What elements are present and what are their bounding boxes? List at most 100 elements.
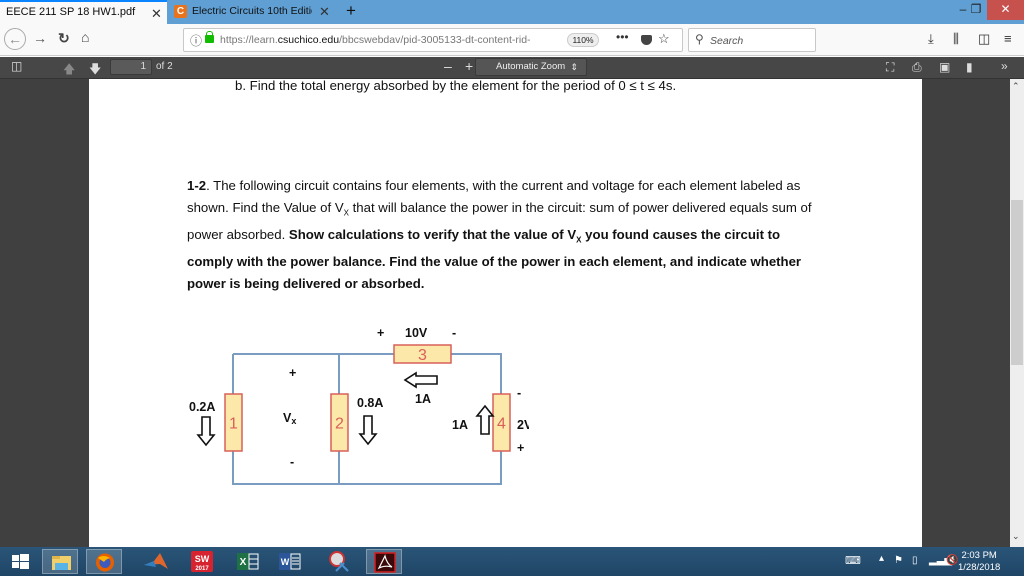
new-tab-button[interactable]: + (346, 1, 356, 21)
clock-date: 1/28/2018 (958, 562, 1001, 573)
tab-electric-circuits[interactable]: C Electric Circuits 10th Edition Te ✕ (168, 0, 336, 24)
tools-menu-icon[interactable]: » (1001, 59, 1008, 73)
system-clock[interactable]: 2:03 PM 1/28/2018 (958, 550, 1000, 574)
element-4: 4 (492, 393, 511, 452)
close-window-button[interactable]: ✕ (987, 0, 1024, 20)
back-button[interactable]: ← (4, 28, 26, 50)
pocket-icon[interactable] (641, 35, 652, 45)
forward-button[interactable]: → (33, 30, 47, 46)
touch-keyboard-icon[interactable]: ⌨ (845, 554, 861, 567)
scroll-down-icon[interactable]: ⌄ (1012, 531, 1020, 542)
svg-text:X: X (240, 557, 247, 568)
print-icon[interactable]: ⎙ (912, 60, 922, 75)
navigation-bar: ← → ↻ ⌂ ⓘ https://learn.csuchico.edu/bbc… (0, 24, 1024, 56)
element-2-current-label: 0.8A (357, 396, 383, 410)
windows-taskbar: SW 2017 X W ⌨ ▴ ⚑ ▯ ▂▃▅ 🔇 2:03 PM 1/28/20… (0, 547, 1024, 576)
reload-button[interactable]: ↻ (58, 30, 70, 47)
lock-icon (205, 31, 214, 43)
element-4-current-label: 1A (452, 418, 468, 432)
element-3-plus-sign: + (377, 326, 384, 340)
menu-icon[interactable]: ≡ (1004, 31, 1012, 46)
snipping-tool-icon[interactable] (322, 549, 358, 574)
battery-icon[interactable]: ▯ (912, 555, 918, 566)
svg-text:SW: SW (195, 554, 210, 564)
url-text[interactable]: https://learn.csuchico.edu/bbcswebdav/pi… (220, 34, 550, 46)
element-3-current-label: 1A (415, 392, 431, 406)
bookmark-icon[interactable]: ▮ (966, 60, 973, 74)
element-2-number: 2 (335, 416, 344, 433)
matlab-icon[interactable] (138, 549, 174, 574)
select-arrows-icon: ⇕ (570, 62, 578, 72)
element-1-number: 1 (229, 416, 238, 433)
element-1-current-label: 0.2A (189, 400, 215, 414)
element-1: 1 (224, 393, 243, 452)
downloads-icon[interactable]: ⤓ (928, 31, 934, 47)
vx-subscript: x (291, 416, 296, 426)
element-4-plus-sign: + (517, 441, 524, 455)
element-3-minus-sign: - (452, 326, 456, 340)
firefox-icon[interactable] (86, 549, 122, 574)
page-number-input[interactable]: 1 (110, 59, 152, 75)
search-box[interactable]: ⚲ Search (688, 28, 816, 52)
solidworks-icon[interactable]: SW 2017 (184, 549, 220, 574)
excel-icon[interactable]: X (230, 549, 266, 574)
volume-muted-icon[interactable]: 🔇 (946, 555, 958, 566)
problem-paragraph: 1-2. The following circuit contains four… (187, 178, 812, 291)
tab-title: Electric Circuits 10th Edition Te (192, 5, 312, 17)
show-hidden-icons[interactable]: ▴ (879, 553, 884, 564)
element-4-current-arrow (475, 404, 495, 435)
element-1-current-arrow (196, 416, 216, 447)
vx-minus-sign: - (290, 455, 294, 469)
scroll-up-icon[interactable]: ⌃ (1012, 81, 1020, 92)
scroll-thumb[interactable] (1011, 200, 1023, 365)
tab-pdf[interactable]: EECE 211 SP 18 HW1.pdf ✕ (0, 0, 167, 25)
acrobat-icon[interactable] (366, 549, 402, 574)
library-icon[interactable]: ⫼ (953, 31, 959, 47)
sidebar-icon[interactable]: ◫ (978, 31, 990, 47)
element-3-voltage-label: 10V (405, 326, 428, 340)
page-actions-icon[interactable]: ••• (616, 30, 629, 44)
word-icon[interactable]: W (272, 549, 308, 574)
next-page-icon[interactable]: 🡇 (89, 60, 101, 81)
info-icon[interactable]: ⓘ (190, 32, 202, 49)
element-4-voltage-label: 2V (517, 418, 529, 432)
vx-voltage-label: Vx (283, 411, 296, 426)
save-icon[interactable]: ▣ (939, 60, 950, 74)
tab-title: EECE 211 SP 18 HW1.pdf (6, 6, 136, 18)
zoom-out-button[interactable]: – (444, 58, 452, 74)
bookmark-star-icon[interactable]: ☆ (658, 31, 670, 47)
chegg-favicon-icon: C (174, 5, 187, 18)
zoom-in-button[interactable]: + (465, 58, 473, 74)
element-4-minus-sign: - (517, 386, 521, 400)
element-3: 3 (393, 344, 452, 364)
url-bar[interactable]: ⓘ https://learn.csuchico.edu/bbcswebdav/… (183, 28, 683, 52)
tab-bar: EECE 211 SP 18 HW1.pdf ✕ C Electric Circ… (0, 0, 1024, 25)
presentation-mode-icon[interactable]: ⛶ (886, 60, 894, 75)
pdf-viewer: b. Find the total energy absorbed by the… (0, 79, 1010, 547)
zoom-level-badge[interactable]: 110% (567, 33, 599, 47)
close-tab-icon[interactable]: ✕ (319, 4, 330, 20)
toggle-sidebar-icon[interactable]: ◫ (11, 59, 22, 73)
close-tab-icon[interactable]: ✕ (151, 6, 162, 22)
clock-time: 2:03 PM (961, 550, 997, 561)
action-center-flag-icon[interactable]: ⚑ (894, 555, 903, 566)
restore-button[interactable]: ❐ (966, 0, 986, 20)
home-button[interactable]: ⌂ (81, 29, 89, 45)
search-placeholder: Search (710, 35, 744, 47)
previous-page-icon[interactable]: 🡅 (63, 60, 75, 81)
element-3-number: 3 (418, 347, 427, 364)
file-explorer-icon[interactable] (42, 549, 78, 574)
element-2: 2 (330, 393, 349, 452)
svg-text:2017: 2017 (195, 566, 209, 572)
circuit-diagram: 1 2 3 4 0.2A + Vx - 0.8A + 10V - 1A 1A - 2V + (189, 326, 529, 485)
question-b-text: b. Find the total energy absorbed by the… (235, 79, 677, 93)
search-icon: ⚲ (695, 32, 704, 46)
svg-text:W: W (281, 557, 290, 567)
vertical-scrollbar[interactable]: ⌃ ⌄ (1010, 79, 1024, 547)
pdf-page: b. Find the total energy absorbed by the… (89, 79, 922, 547)
page-count: of 2 (156, 61, 173, 72)
element-3-current-arrow (403, 371, 438, 389)
vx-plus-sign: + (289, 366, 296, 380)
zoom-select[interactable]: Automatic Zoom ⇕ (475, 58, 587, 76)
start-button[interactable] (2, 549, 38, 574)
